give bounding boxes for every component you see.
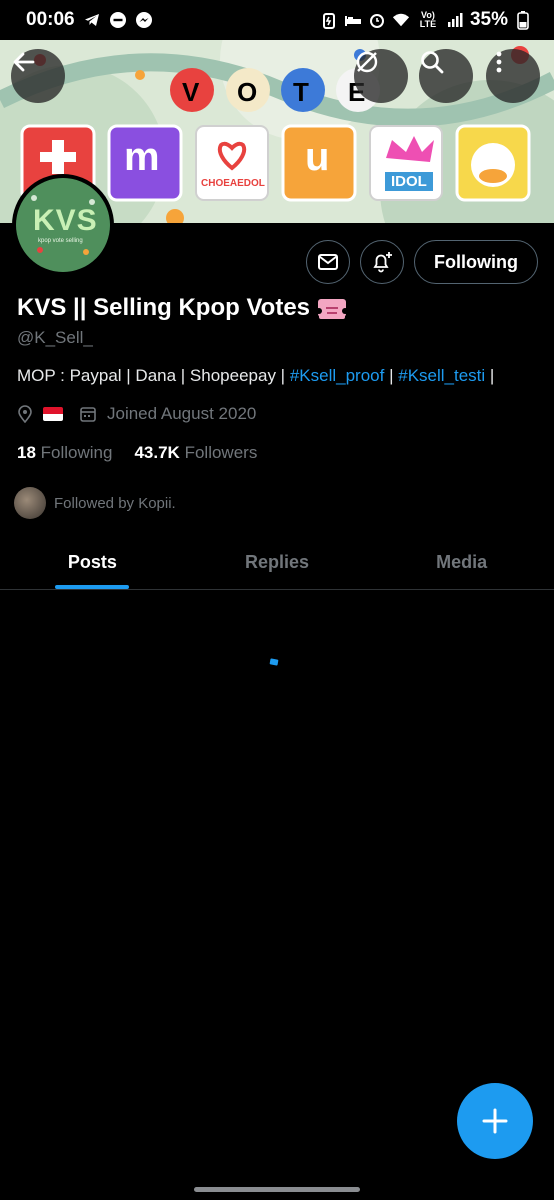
- search-button[interactable]: [419, 49, 473, 103]
- following-label: Following: [40, 443, 113, 462]
- avatar: [14, 487, 46, 519]
- battery-icon: [514, 11, 532, 30]
- volte-icon: Vo) LTE: [419, 10, 437, 29]
- vote-letter: V: [182, 77, 200, 107]
- plus-icon: [482, 1108, 508, 1134]
- following-button[interactable]: Following: [414, 240, 538, 284]
- search-icon: [421, 51, 444, 74]
- slash-circle-icon: [356, 51, 378, 73]
- battery-saver-icon: [320, 11, 338, 29]
- vote-letter: O: [237, 77, 258, 107]
- profile-meta: Joined August 2020: [17, 404, 256, 424]
- followed-by[interactable]: Followed by Kopii.: [14, 487, 176, 519]
- tab-replies[interactable]: Replies: [185, 535, 370, 589]
- grok-button[interactable]: [354, 49, 408, 103]
- arrow-left-icon: [13, 52, 35, 72]
- sleep-mode-icon: [344, 11, 362, 29]
- followers-count: 43.7K: [134, 443, 180, 462]
- profile-name-text: KVS || Selling Kpop Votes: [17, 294, 311, 321]
- back-button[interactable]: [11, 49, 65, 103]
- location-pin-icon: [18, 405, 32, 423]
- tab-posts[interactable]: Posts: [0, 535, 185, 589]
- profile-tabs: Posts Replies Media: [0, 535, 554, 590]
- bio-separator: |: [389, 366, 394, 385]
- loading-spinner: [269, 658, 279, 666]
- bio-text: MOP : Paypal | Dana | Shopeepay |: [17, 366, 286, 385]
- following-stat[interactable]: 18 Following: [17, 443, 112, 463]
- profile-avatar[interactable]: KVS kpop vote selling: [12, 174, 114, 276]
- profile-name: KVS || Selling Kpop Votes: [17, 294, 349, 322]
- followed-by-text: Followed by Kopii.: [54, 494, 176, 512]
- notifications-button[interactable]: [360, 240, 404, 284]
- bio-separator: |: [489, 366, 495, 385]
- profile-bio: MOP : Paypal | Dana | Shopeepay | #Ksell…: [17, 366, 494, 386]
- envelope-icon: [318, 254, 338, 270]
- messenger-icon: [135, 11, 153, 29]
- indonesia-flag: [43, 407, 63, 421]
- u-logo: u: [305, 135, 330, 179]
- vote-letter: T: [293, 77, 309, 107]
- avatar-text: KVS: [33, 204, 98, 237]
- avatar-subtext: kpop vote selling: [38, 238, 83, 244]
- followers-label: Followers: [184, 443, 258, 462]
- dnd-icon: [109, 11, 127, 29]
- status-time: 00:06: [26, 9, 75, 30]
- battery-percent: 35%: [469, 9, 508, 30]
- joined-date: Joined August 2020: [107, 404, 257, 423]
- signal-icon: [446, 11, 464, 29]
- more-vertical-icon: [496, 51, 502, 73]
- home-indicator[interactable]: [194, 1187, 360, 1192]
- ticket-icon: [316, 299, 349, 319]
- message-button[interactable]: [306, 240, 350, 284]
- compose-button[interactable]: [457, 1083, 533, 1159]
- m-logo: m: [124, 135, 160, 179]
- hashtag-link[interactable]: #Ksell_testi: [398, 366, 485, 385]
- following-count: 18: [17, 443, 36, 462]
- app-tile-label: IDOL: [385, 172, 433, 191]
- followers-stat[interactable]: 43.7K Followers: [134, 443, 257, 463]
- telegram-icon: [83, 11, 101, 29]
- bell-plus-icon: [373, 252, 392, 273]
- more-button[interactable]: [486, 49, 540, 103]
- hashtag-link[interactable]: #Ksell_proof: [290, 366, 385, 385]
- status-bar: 00:06 Vo) LTE 35%: [0, 0, 554, 40]
- profile-handle: @K_Sell_: [17, 328, 93, 347]
- wifi-icon: [392, 11, 410, 29]
- tab-media[interactable]: Media: [369, 535, 554, 589]
- calendar-icon: [80, 407, 96, 422]
- alarm-icon: [368, 11, 386, 29]
- avatar-image: KVS kpop vote selling: [16, 178, 110, 272]
- app-tile-label: CHOEAEDOL: [201, 178, 265, 189]
- follow-stats: 18 Following 43.7K Followers: [17, 443, 257, 463]
